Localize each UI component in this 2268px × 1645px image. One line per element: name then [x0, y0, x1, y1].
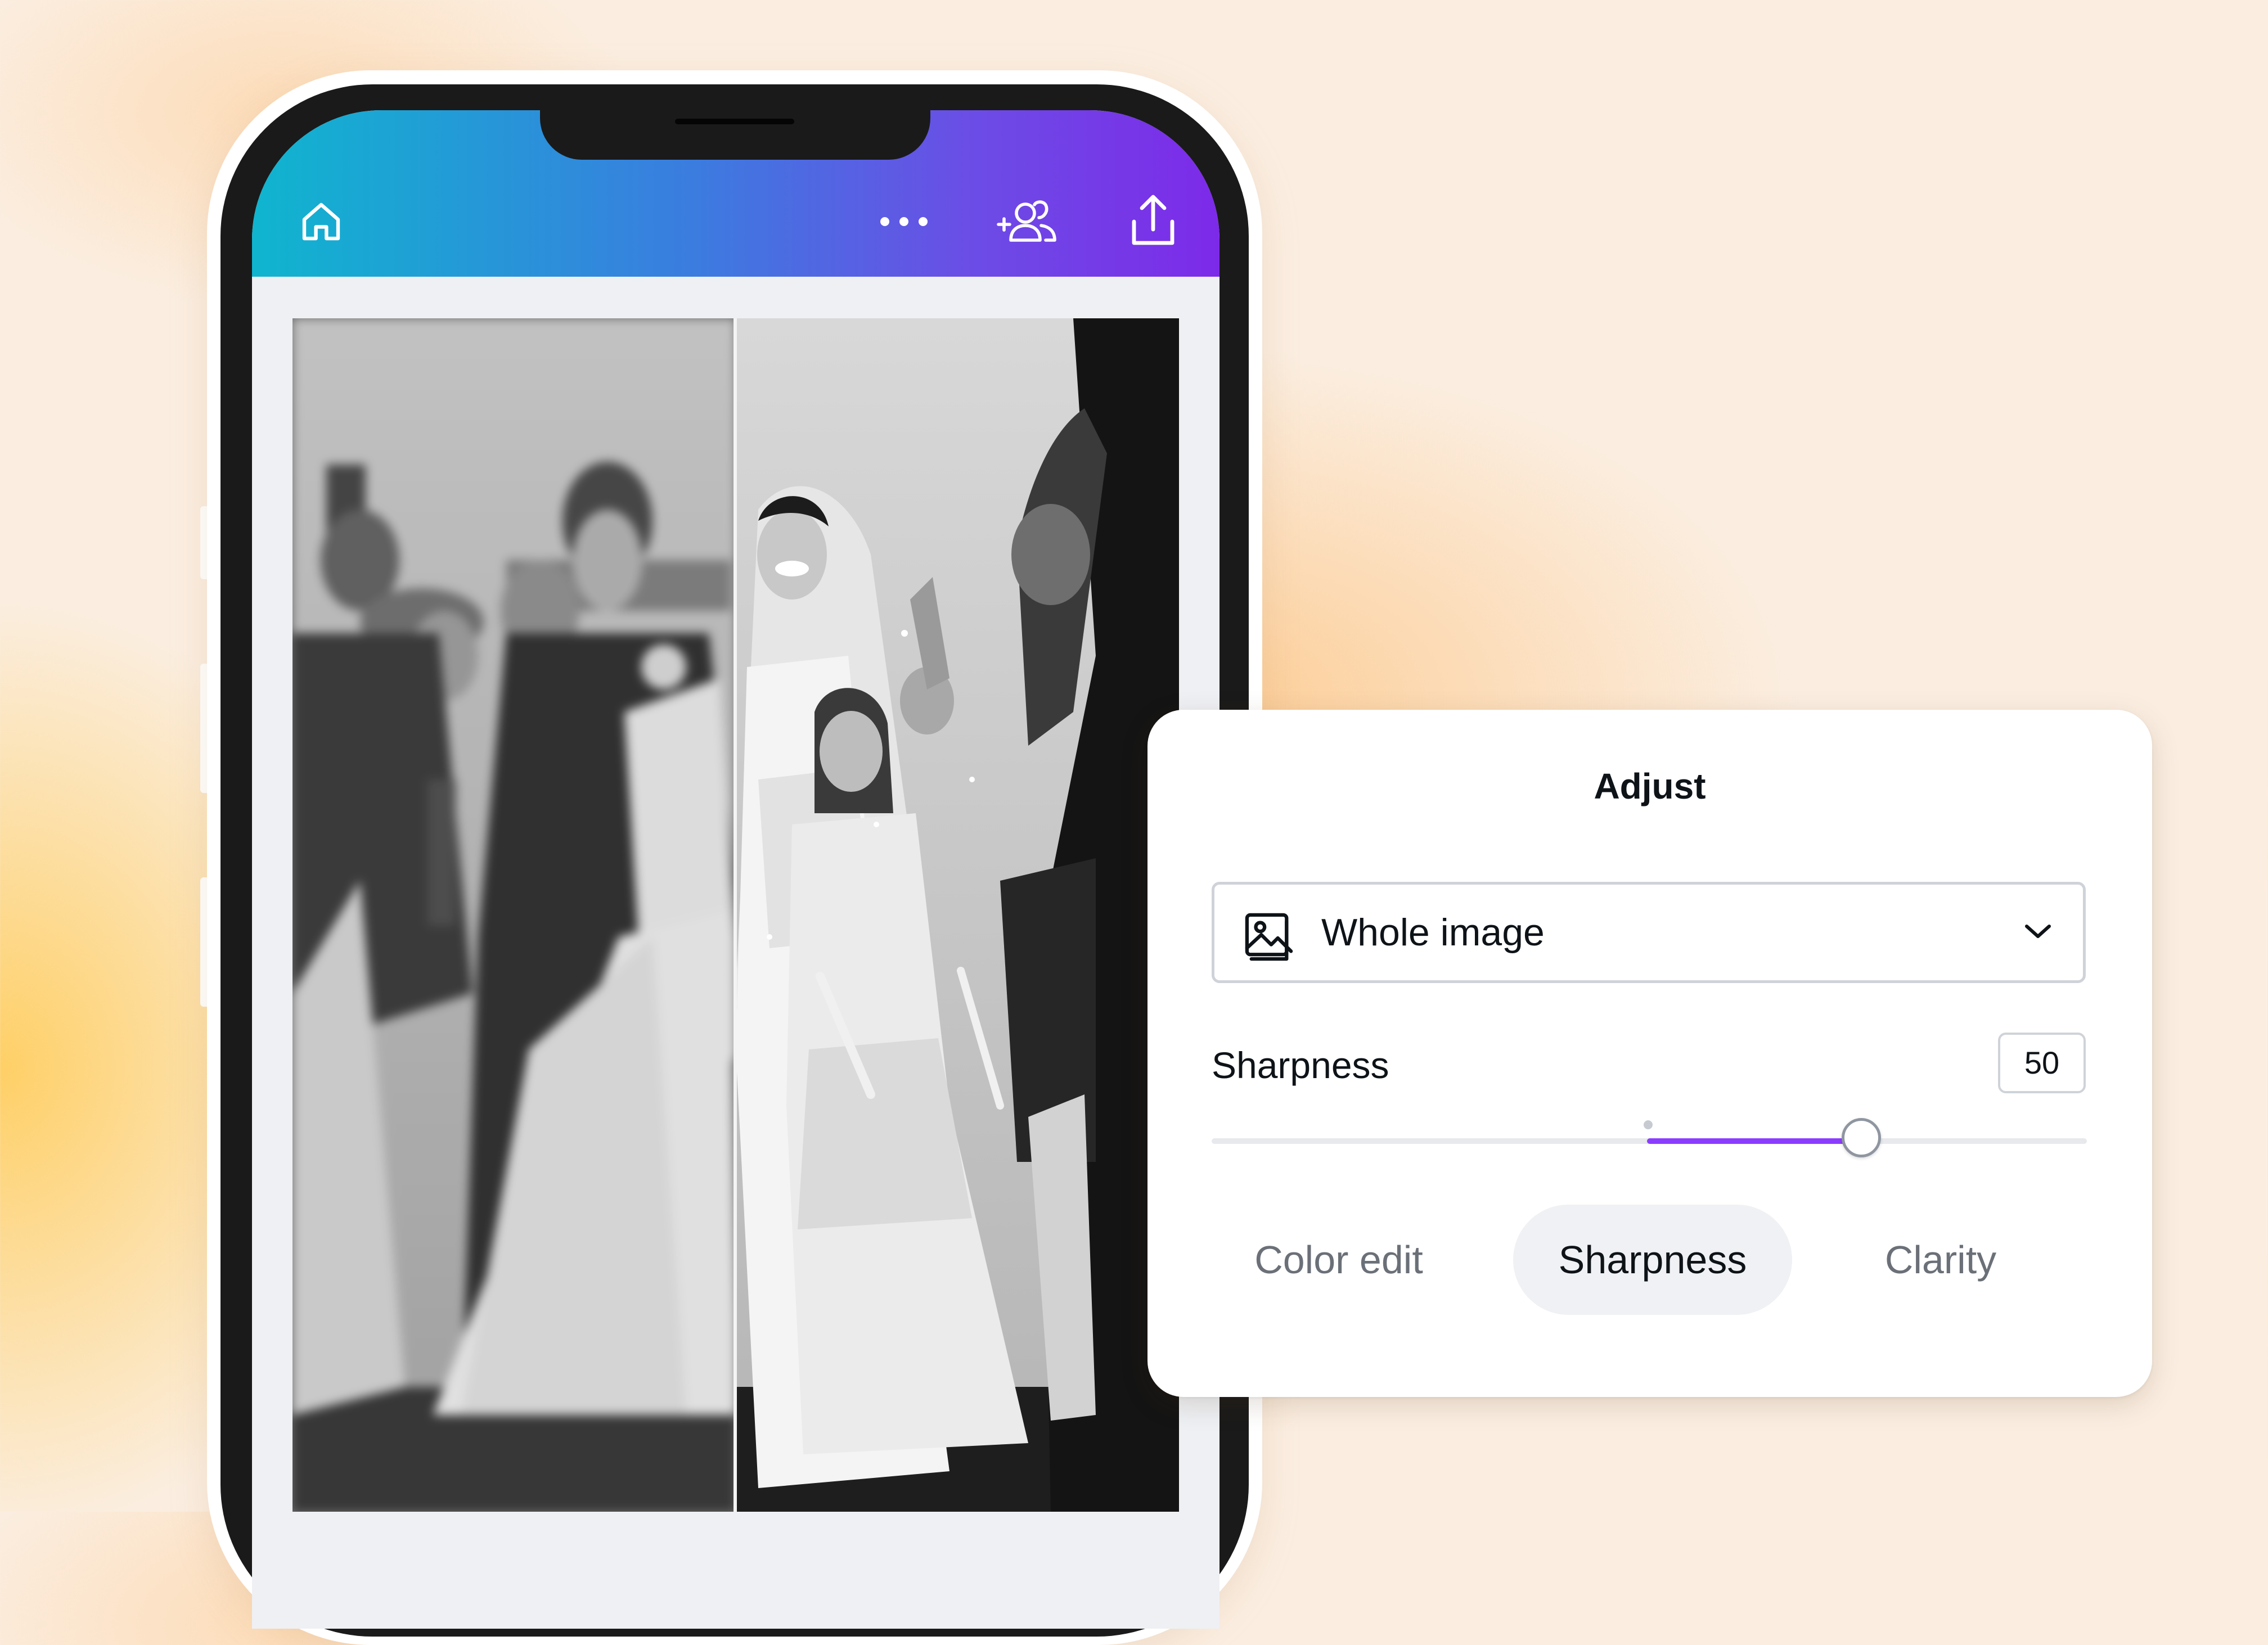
- wedding-photo: [292, 318, 736, 1512]
- slider-fill: [1647, 1138, 1864, 1144]
- home-icon[interactable]: [291, 193, 351, 250]
- chevron-down-icon: [2022, 922, 2054, 944]
- wedding-photo-canvas[interactable]: [292, 318, 1179, 1512]
- image-icon: [1243, 911, 1295, 964]
- photo-before-half: [292, 318, 736, 1512]
- more-icon[interactable]: [873, 207, 935, 236]
- sharpness-value-input[interactable]: 50: [1998, 1033, 2086, 1093]
- compare-divider-handle[interactable]: [734, 318, 737, 1512]
- phone-speaker: [675, 119, 794, 124]
- share-icon[interactable]: [1124, 189, 1182, 252]
- scope-select-value: Whole image: [1321, 911, 1545, 954]
- panel-title: Adjust: [1594, 766, 1706, 806]
- slider-thumb[interactable]: [1842, 1118, 1881, 1157]
- sharpness-slider[interactable]: [1212, 1118, 2087, 1157]
- sharpness-slider-label: Sharpness: [1212, 1044, 1389, 1086]
- photo-after-half: [736, 318, 1179, 1512]
- slider-center-marker: [1644, 1120, 1653, 1129]
- wedding-photo-sharpened: [736, 318, 1179, 1512]
- scope-select[interactable]: Whole image: [1212, 882, 2086, 983]
- adjust-panel: Adjust Whole image Sharpness 50 Color ed…: [1148, 710, 2152, 1397]
- tab-clarity[interactable]: Clarity: [1834, 1205, 2048, 1315]
- tab-color-edit[interactable]: Color edit: [1232, 1205, 1446, 1315]
- add-people-icon[interactable]: [993, 190, 1064, 252]
- tab-sharpness[interactable]: Sharpness: [1513, 1205, 1792, 1315]
